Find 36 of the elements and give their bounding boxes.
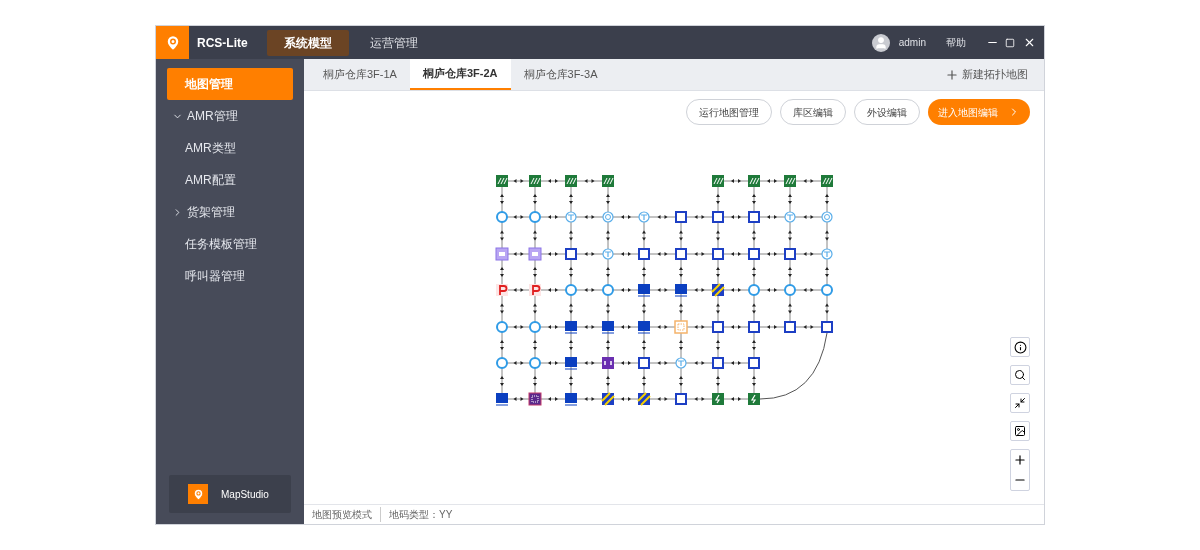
app-title: RCS-Lite: [197, 34, 249, 52]
image-button[interactable]: [1010, 421, 1030, 441]
status-text: 地码类型：YY: [380, 507, 453, 522]
sidebar-item[interactable]: AMR类型: [156, 132, 304, 164]
plus-icon: [945, 67, 959, 82]
mapstudio-button[interactable]: MapStudio: [169, 475, 291, 513]
sidebar-item[interactable]: AMR管理: [156, 100, 304, 132]
sidebar-item[interactable]: 任务模板管理: [156, 228, 304, 260]
sidebar-item[interactable]: 呼叫器管理: [156, 260, 304, 292]
user-name[interactable]: admin: [898, 35, 926, 50]
toolbar-button[interactable]: 运行地图管理: [686, 99, 772, 125]
pin-icon: [188, 484, 208, 504]
info-button[interactable]: [1010, 337, 1030, 357]
avatar-icon[interactable]: [871, 33, 890, 52]
close-icon[interactable]: [1023, 36, 1036, 49]
map-tab[interactable]: 桐庐仓库3F-3A: [510, 59, 611, 90]
help-link[interactable]: 帮助: [946, 35, 966, 50]
new-map-button[interactable]: 新建拓扑地图: [945, 59, 1028, 90]
toolbar-button[interactable]: 外设编辑: [854, 99, 920, 125]
logo-icon: [156, 26, 189, 59]
map-tab[interactable]: 桐庐仓库3F-2A: [409, 59, 511, 90]
fit-button[interactable]: [1010, 393, 1030, 413]
status-text: 地图预览模式: [312, 508, 372, 522]
sidebar-item[interactable]: AMR配置: [156, 164, 304, 196]
image-icon: [1014, 425, 1026, 437]
map-tab[interactable]: 桐庐仓库3F-1A: [310, 59, 410, 90]
search-icon: [1014, 369, 1026, 381]
toolbar-button[interactable]: 库区编辑: [780, 99, 846, 125]
top-menu-tab[interactable]: 系统模型: [267, 29, 349, 56]
top-menu-tab[interactable]: 运营管理: [353, 29, 435, 56]
search-button[interactable]: [1010, 365, 1030, 385]
fit-arrows-icon: [1014, 397, 1026, 409]
info-icon: [1013, 340, 1027, 354]
zoom-in-icon[interactable]: [1013, 453, 1027, 467]
sidebar-item[interactable]: 货架管理: [156, 196, 304, 228]
maximize-icon[interactable]: [1005, 37, 1015, 48]
